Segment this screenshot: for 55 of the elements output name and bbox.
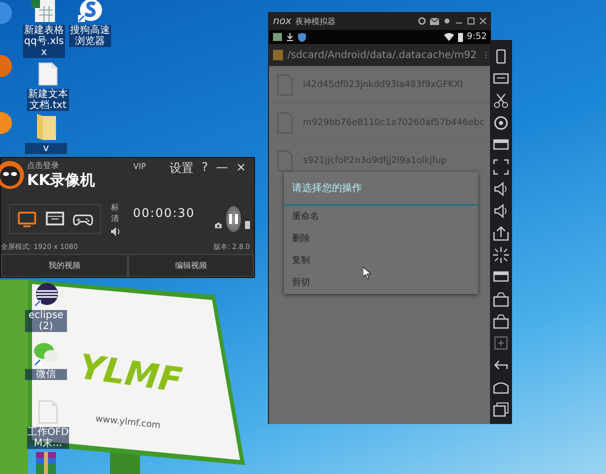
- eclipse-icon[interactable]: [33, 283, 59, 307]
- gear-icon[interactable]: [418, 17, 426, 25]
- billboard-url: www.ylmf.com: [94, 414, 161, 432]
- recording-timer: 00:00:30: [133, 206, 195, 220]
- document-icon[interactable]: [38, 62, 58, 86]
- file-icon: [277, 150, 293, 172]
- status-clock: 9:52: [466, 32, 487, 42]
- upload-icon[interactable]: [492, 224, 510, 242]
- plus-icon[interactable]: [492, 334, 510, 352]
- shield-icon: [298, 32, 306, 42]
- toolbox-icon[interactable]: [492, 312, 510, 330]
- vip-label[interactable]: VIP: [133, 162, 146, 171]
- shake-icon[interactable]: [492, 246, 510, 264]
- icon-label[interactable]: 新建文本文档.txt: [27, 89, 69, 111]
- screen-mode-button[interactable]: [16, 209, 38, 229]
- icon-label[interactable]: 新建表格qq号.xlsx: [23, 25, 65, 58]
- scissors-icon[interactable]: [492, 92, 510, 110]
- speaker-icon[interactable]: [111, 227, 121, 236]
- wifi-icon: [444, 33, 454, 41]
- icon-label[interactable]: 搜狗高速浏览器: [69, 25, 111, 47]
- icon-label[interactable]: eclipse (2): [25, 310, 67, 332]
- location-icon[interactable]: [492, 114, 510, 132]
- icon-label[interactable]: 工作OFDM末...: [27, 427, 69, 449]
- toolbox-icon[interactable]: [492, 290, 510, 308]
- more-icon[interactable]: [484, 50, 487, 60]
- mouse-cursor-icon: [363, 267, 371, 279]
- dialog-title: 请选择您的操作: [284, 172, 478, 206]
- pause-button[interactable]: [226, 206, 242, 232]
- close-icon[interactable]: [479, 17, 487, 25]
- fullscreen-icon[interactable]: [492, 158, 510, 176]
- app-title: KK录像机: [27, 171, 96, 190]
- folder-path: /sdcard/Android/data/.datacache/m92: [287, 50, 477, 60]
- archive-icon[interactable]: [34, 452, 58, 474]
- minimize-button[interactable]: —: [212, 160, 232, 174]
- login-link[interactable]: 点击登录: [27, 160, 96, 171]
- close-button[interactable]: ×: [232, 160, 250, 174]
- settings-button[interactable]: 设置: [166, 160, 198, 177]
- download-icon: [286, 33, 294, 41]
- camera-icon[interactable]: [214, 220, 222, 230]
- quality-label[interactable]: 标清: [111, 202, 121, 224]
- battery-icon: [458, 32, 463, 42]
- browser-icon[interactable]: [77, 0, 103, 22]
- window-title: 夜神模拟器: [295, 16, 336, 26]
- icon-label[interactable]: v: [25, 143, 67, 154]
- billboard-logo: YLMF: [76, 347, 184, 401]
- recent-apps-icon[interactable]: [492, 400, 510, 418]
- recorder-action-button[interactable]: 我的视频: [1, 254, 128, 277]
- help-button[interactable]: ?: [198, 160, 212, 174]
- brand-logo: nox: [273, 16, 292, 26]
- maximize-icon[interactable]: [467, 17, 475, 25]
- raccoon-logo-icon: [0, 160, 25, 190]
- mail-icon[interactable]: [430, 18, 439, 24]
- spreadsheet-icon[interactable]: [31, 0, 57, 22]
- recorder-action-button[interactable]: 编辑视频: [128, 254, 254, 277]
- icon-label[interactable]: 微信: [25, 369, 67, 380]
